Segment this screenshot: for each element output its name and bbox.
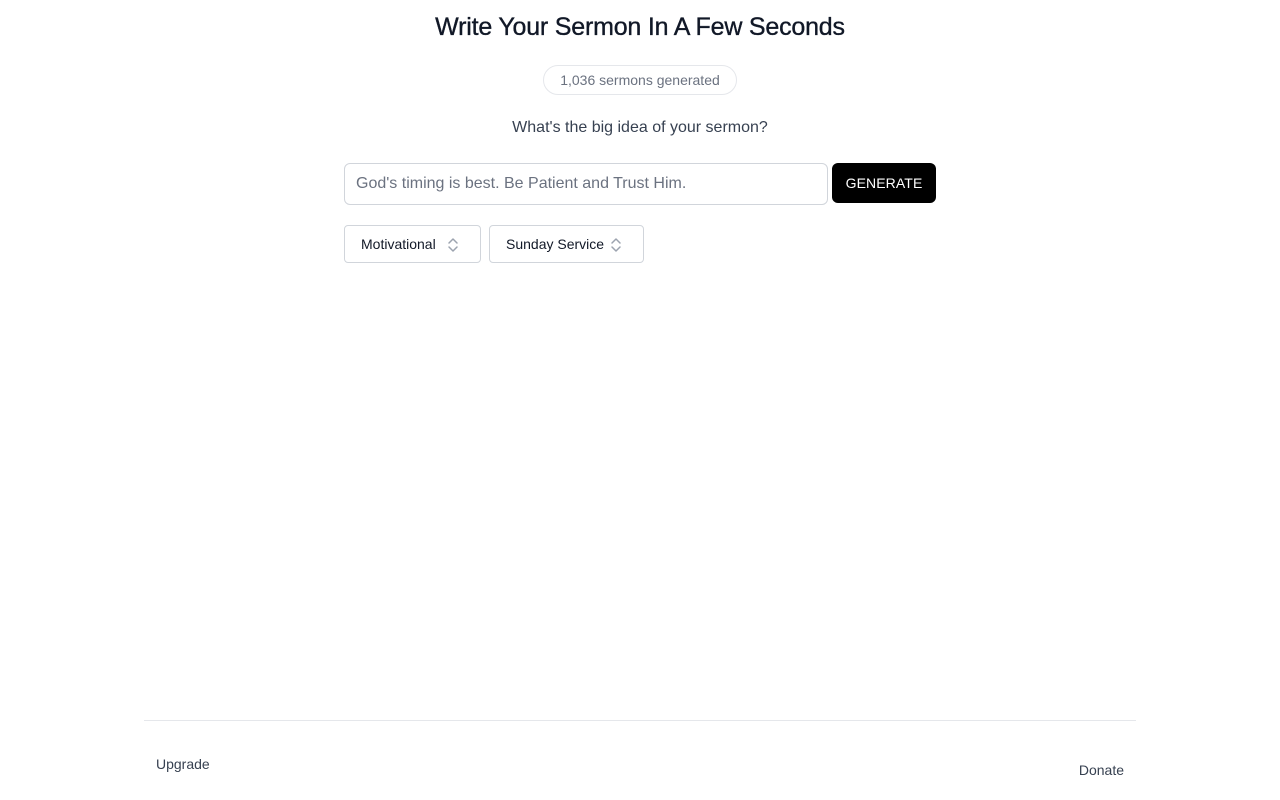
page-title: Write Your Sermon In A Few Seconds [435,13,845,41]
tone-select[interactable]: Motivational [344,225,481,263]
sermon-generator-page: Write Your Sermon In A Few Seconds 1,036… [0,0,1280,800]
footer-divider [144,720,1136,721]
sermons-generated-count: 1,036 sermons generated [560,72,720,88]
occasion-select-value: Sunday Service [506,236,605,252]
generate-button[interactable]: GENERATE [832,163,936,203]
upgrade-link[interactable]: Upgrade [156,756,210,772]
sermon-idea-input[interactable] [344,163,828,205]
idea-question-label: What's the big idea of your sermon? [512,119,768,136]
tone-select-value: Motivational [361,236,436,252]
generate-button-label: GENERATE [845,175,923,191]
chevron-up-down-icon [611,238,621,252]
donate-link[interactable]: Donate [1079,762,1124,778]
sermons-generated-badge: 1,036 sermons generated [543,65,737,95]
chevron-up-down-icon [448,238,458,252]
occasion-select[interactable]: Sunday Service [489,225,644,263]
